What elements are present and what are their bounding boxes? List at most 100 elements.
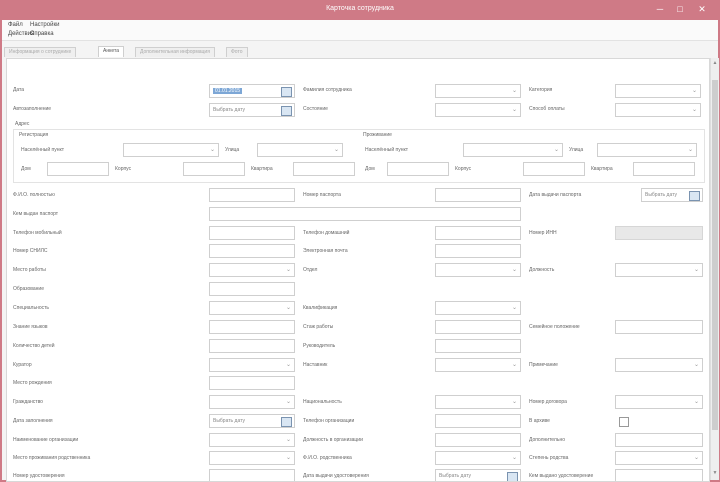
- reg-street-combo[interactable]: ⌄: [257, 143, 343, 157]
- tab-info[interactable]: Информация о сотруднике: [4, 47, 77, 57]
- birth-place-input[interactable]: [209, 376, 295, 390]
- chevron-down-icon: ⌄: [285, 305, 291, 311]
- nationality-label: Национальность: [303, 399, 342, 405]
- org-position-input[interactable]: [435, 433, 521, 447]
- family-label: Семейное положение: [529, 324, 580, 330]
- chevron-down-icon: ⌄: [285, 362, 291, 368]
- family-input[interactable]: [615, 320, 703, 334]
- tab-photo[interactable]: Фото: [226, 47, 248, 57]
- passport-input[interactable]: [435, 188, 521, 202]
- reg-house-input[interactable]: [47, 162, 109, 176]
- rel-degree-label: Степень родства: [529, 455, 569, 461]
- rel-place-label: Место проживания родственника: [13, 455, 91, 461]
- tab-extra[interactable]: Дополнительная информация: [135, 47, 215, 57]
- scroll-thumb[interactable]: [712, 80, 718, 430]
- children-input[interactable]: [209, 339, 295, 353]
- rel-name-label: Ф.И.О. родственника: [303, 455, 352, 461]
- issued-by-input[interactable]: [209, 207, 521, 221]
- snils-input[interactable]: [209, 244, 295, 258]
- calendar-icon[interactable]: [281, 417, 292, 427]
- menu-settings[interactable]: Настройки: [30, 22, 59, 28]
- calendar-icon[interactable]: [507, 472, 518, 481]
- chevron-down-icon: ⌄: [687, 147, 693, 153]
- email-label: Электронная почта: [303, 248, 348, 254]
- inn-input[interactable]: [615, 226, 703, 240]
- employee-combo[interactable]: ⌄: [435, 84, 521, 98]
- rel-degree-combo[interactable]: ⌄: [615, 451, 703, 465]
- curator-combo[interactable]: ⌄: [209, 358, 295, 372]
- phone-mobile-input[interactable]: [209, 226, 295, 240]
- vertical-scrollbar[interactable]: ▲ ▼: [710, 58, 719, 480]
- archived-label: В архиве: [529, 418, 550, 424]
- citizenship-combo[interactable]: ⌄: [209, 395, 295, 409]
- auto-date-label: Дата заполнения: [13, 418, 53, 424]
- reg-apartment-input[interactable]: [293, 162, 355, 176]
- reg-building-input[interactable]: [183, 162, 245, 176]
- department-combo[interactable]: ⌄: [435, 263, 521, 277]
- extra1-input[interactable]: [615, 433, 703, 447]
- live-street-combo[interactable]: ⌄: [597, 143, 697, 157]
- archived-checkbox[interactable]: [619, 417, 629, 427]
- ident-input[interactable]: [209, 469, 295, 481]
- passport-label: Номер паспорта: [303, 192, 341, 198]
- close-button[interactable]: ✕: [694, 3, 710, 15]
- full-name-input[interactable]: [209, 188, 295, 202]
- education-input[interactable]: [209, 282, 295, 296]
- chevron-down-icon: ⌄: [691, 107, 697, 113]
- chevron-down-icon: ⌄: [693, 455, 699, 461]
- live-apartment-input[interactable]: [633, 162, 695, 176]
- calendar-icon[interactable]: [281, 87, 292, 97]
- autofill-date-picker[interactable]: Выбрать дату: [209, 103, 295, 117]
- menu-file[interactable]: Файл: [8, 22, 23, 28]
- chevron-down-icon: ⌄: [511, 455, 517, 461]
- issue-date-picker[interactable]: Выбрать дату: [641, 188, 703, 202]
- inn-label: Номер ИНН: [529, 230, 557, 236]
- qualification-combo[interactable]: ⌄: [435, 301, 521, 315]
- calendar-icon[interactable]: [281, 106, 292, 116]
- date-picker[interactable]: 01.01.2015: [209, 84, 295, 98]
- org-phone-input[interactable]: [435, 414, 521, 428]
- auto-date-picker[interactable]: Выбрать дату: [209, 414, 295, 428]
- title-bar: Карточка сотрудника ─ □ ✕: [0, 0, 720, 20]
- language-input[interactable]: [209, 320, 295, 334]
- chevron-down-icon: ⌄: [511, 362, 517, 368]
- reg-apartment-label: Квартира: [251, 166, 273, 172]
- workplace-combo[interactable]: ⌄: [209, 263, 295, 277]
- category-label: Категория: [529, 87, 553, 93]
- phone-home-input[interactable]: [435, 226, 521, 240]
- category-combo[interactable]: ⌄: [615, 84, 701, 98]
- specialty-combo[interactable]: ⌄: [209, 301, 295, 315]
- scroll-down-icon[interactable]: ▼: [711, 470, 719, 478]
- rel-place-combo[interactable]: ⌄: [209, 451, 295, 465]
- menu-help[interactable]: Справка: [30, 31, 54, 37]
- payment-combo[interactable]: ⌄: [615, 103, 701, 117]
- experience-input[interactable]: [435, 320, 521, 334]
- org-name-combo[interactable]: ⌄: [209, 433, 295, 447]
- chevron-down-icon: ⌄: [693, 267, 699, 273]
- reg-settlement-combo[interactable]: ⌄: [123, 143, 219, 157]
- mentor-combo[interactable]: ⌄: [435, 358, 521, 372]
- manager-input[interactable]: [435, 339, 521, 353]
- maximize-button[interactable]: □: [672, 3, 688, 15]
- calendar-icon[interactable]: [689, 191, 700, 201]
- live-house-input[interactable]: [387, 162, 449, 176]
- ident-date-picker[interactable]: Выбрать дату: [435, 469, 521, 481]
- snils-label: Номер СНИЛС: [13, 248, 48, 254]
- specialty-label: Специальность: [13, 305, 49, 311]
- note-combo[interactable]: ⌄: [615, 358, 703, 372]
- nationality-combo[interactable]: ⌄: [435, 395, 521, 409]
- tab-form[interactable]: Анкета: [98, 46, 124, 57]
- qualification-label: Квалификация: [303, 305, 338, 311]
- contract-combo[interactable]: ⌄: [615, 395, 703, 409]
- scroll-up-icon[interactable]: ▲: [711, 60, 719, 68]
- live-settlement-combo[interactable]: ⌄: [463, 143, 563, 157]
- ident-by-input[interactable]: [615, 469, 703, 481]
- children-label: Количество детей: [13, 343, 55, 349]
- rel-name-combo[interactable]: ⌄: [435, 451, 521, 465]
- position-combo[interactable]: ⌄: [615, 263, 703, 277]
- status-combo[interactable]: ⌄: [435, 103, 521, 117]
- note-label: Примечание: [529, 362, 558, 368]
- live-building-input[interactable]: [523, 162, 585, 176]
- email-input[interactable]: [435, 244, 521, 258]
- minimize-button[interactable]: ─: [652, 3, 668, 15]
